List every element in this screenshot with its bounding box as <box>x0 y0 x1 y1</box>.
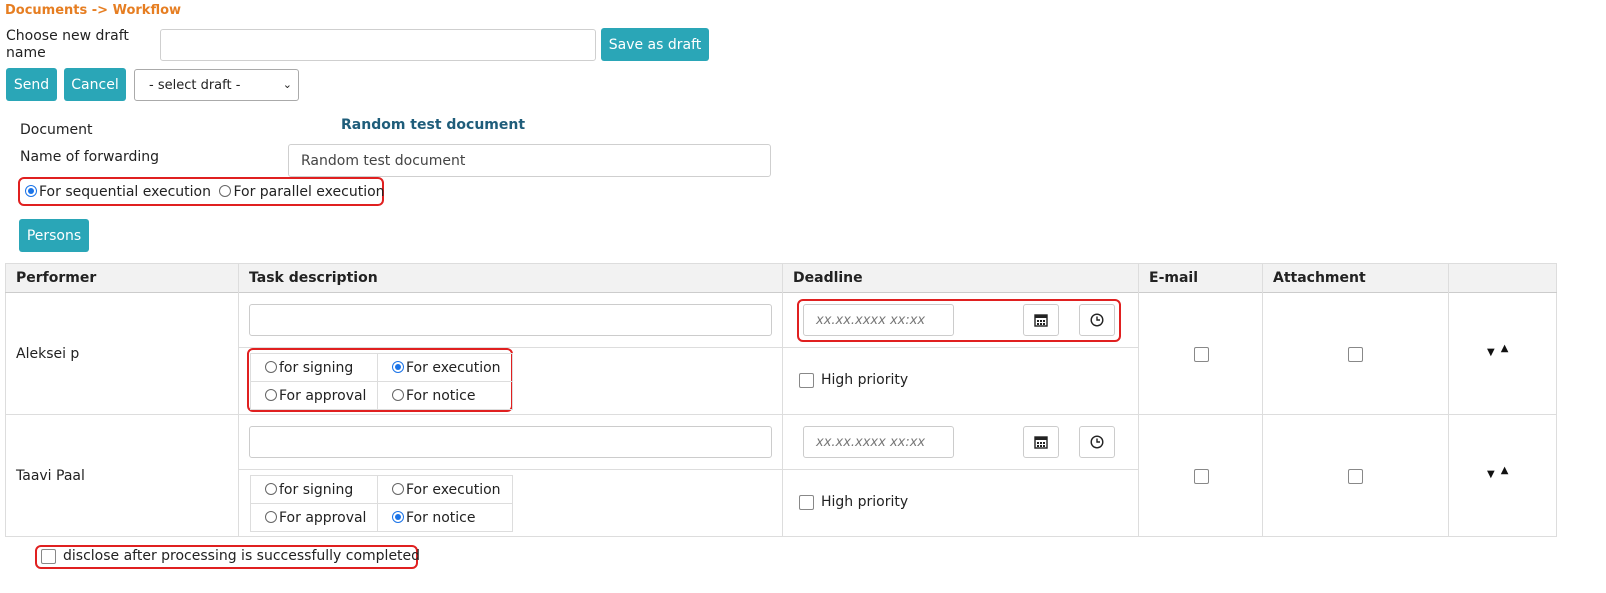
draft-name-label: Choose new draft name <box>6 28 129 62</box>
disclose-checkbox[interactable] <box>41 549 56 564</box>
option-for-signing[interactable]: for signing <box>250 353 378 382</box>
option-for-notice[interactable]: For notice <box>377 381 513 410</box>
for-signing-label: for signing <box>279 359 354 376</box>
chevron-down-icon: ⌄ <box>282 78 292 91</box>
document-title[interactable]: Random test document <box>341 117 525 133</box>
persons-button[interactable]: Persons <box>19 219 89 252</box>
clock-icon <box>1090 435 1104 449</box>
for-approval-label: For approval <box>279 509 367 526</box>
draft-name-label-line2: name <box>6 45 46 61</box>
col-divider-3 <box>1138 263 1139 537</box>
option-for-notice[interactable]: For notice <box>377 503 513 532</box>
email-checkbox[interactable] <box>1194 347 1209 362</box>
reorder-controls: ▼ ▲ <box>1487 343 1508 358</box>
attachment-checkbox[interactable] <box>1348 469 1363 484</box>
option-for-execution[interactable]: For execution <box>377 353 513 382</box>
deadline-input[interactable]: xx.xx.xxxx xx:xx <box>803 304 954 336</box>
arrow-down-icon[interactable]: ▼ <box>1487 469 1495 480</box>
cancel-button[interactable]: Cancel <box>64 68 126 101</box>
calendar-icon <box>1034 436 1048 449</box>
sequential-execution-label: For sequential execution <box>39 184 211 200</box>
parallel-execution-radio[interactable] <box>219 185 232 197</box>
high-priority-label: High priority <box>821 372 909 388</box>
calendar-button[interactable] <box>1023 426 1059 458</box>
option-for-execution[interactable]: For execution <box>377 475 513 504</box>
clock-icon <box>1090 313 1104 327</box>
email-checkbox[interactable] <box>1194 469 1209 484</box>
sequential-execution-option[interactable]: For sequential execution <box>25 184 211 200</box>
time-button[interactable] <box>1079 426 1115 458</box>
breadcrumb[interactable]: Documents -> Workflow <box>5 3 181 18</box>
send-button[interactable]: Send <box>6 68 57 101</box>
disclose-label: disclose after processing is successfull… <box>63 548 421 564</box>
time-button[interactable] <box>1079 304 1115 336</box>
for-notice-radio[interactable] <box>392 510 404 523</box>
attachment-checkbox[interactable] <box>1348 347 1363 362</box>
option-for-signing[interactable]: for signing <box>250 475 378 504</box>
calendar-button[interactable] <box>1023 304 1059 336</box>
performer-name: Taavi Paal <box>16 468 85 484</box>
performer-name: Aleksei p <box>16 346 80 362</box>
task-description-input[interactable] <box>249 304 772 336</box>
attachment-header: Attachment <box>1273 270 1366 286</box>
for-signing-label: for signing <box>279 481 354 498</box>
draft-select-value: - select draft - <box>149 77 241 93</box>
for-signing-radio[interactable] <box>265 360 277 373</box>
col-divider-1 <box>238 263 239 537</box>
for-execution-radio[interactable] <box>392 360 404 373</box>
for-execution-radio[interactable] <box>392 482 404 495</box>
parallel-execution-label: For parallel execution <box>233 184 385 200</box>
draft-select[interactable]: - select draft - ⌄ <box>134 69 299 101</box>
for-notice-label: For notice <box>406 387 476 404</box>
task-type-options: for signing For execution For approval F… <box>250 353 513 410</box>
sequential-execution-radio[interactable] <box>25 185 37 197</box>
email-header: E-mail <box>1149 270 1199 286</box>
row2-subdivider <box>238 469 1139 470</box>
execution-mode-group: For sequential execution For parallel ex… <box>25 184 385 200</box>
arrow-down-icon[interactable]: ▼ <box>1487 347 1495 358</box>
task-type-options: for signing For execution For approval F… <box>250 475 513 532</box>
document-label: Document <box>20 122 93 138</box>
deadline-input[interactable]: xx.xx.xxxx xx:xx <box>803 426 954 458</box>
option-for-approval[interactable]: For approval <box>250 503 378 532</box>
draft-name-label-line1: Choose new draft <box>6 28 129 44</box>
save-as-draft-button[interactable]: Save as draft <box>601 28 709 61</box>
for-approval-label: For approval <box>279 387 367 404</box>
for-signing-radio[interactable] <box>265 482 277 495</box>
parallel-execution-option[interactable]: For parallel execution <box>219 184 385 200</box>
for-notice-label: For notice <box>406 509 476 526</box>
col-divider-4 <box>1262 263 1263 537</box>
col-divider-5 <box>1448 263 1449 537</box>
for-approval-radio[interactable] <box>265 510 277 523</box>
forwarding-name-label: Name of forwarding <box>20 149 160 165</box>
high-priority-checkbox[interactable] <box>799 495 814 510</box>
option-for-approval[interactable]: For approval <box>250 381 378 410</box>
high-priority-label: High priority <box>821 494 909 510</box>
task-description-input[interactable] <box>249 426 772 458</box>
performer-header: Performer <box>16 270 97 286</box>
for-notice-radio[interactable] <box>392 388 404 401</box>
col-divider-2 <box>782 263 783 537</box>
high-priority-checkbox[interactable] <box>799 373 814 388</box>
for-execution-label: For execution <box>406 481 501 498</box>
draft-name-input[interactable] <box>160 29 596 61</box>
for-approval-radio[interactable] <box>265 388 277 401</box>
calendar-icon <box>1034 314 1048 327</box>
deadline-header: Deadline <box>793 270 863 286</box>
reorder-controls: ▼ ▲ <box>1487 465 1508 480</box>
arrow-up-icon[interactable]: ▲ <box>1501 343 1509 354</box>
forwarding-name-input[interactable] <box>288 144 771 177</box>
arrow-up-icon[interactable]: ▲ <box>1501 465 1509 476</box>
task-description-header: Task description <box>249 270 378 286</box>
for-execution-label: For execution <box>406 359 501 376</box>
